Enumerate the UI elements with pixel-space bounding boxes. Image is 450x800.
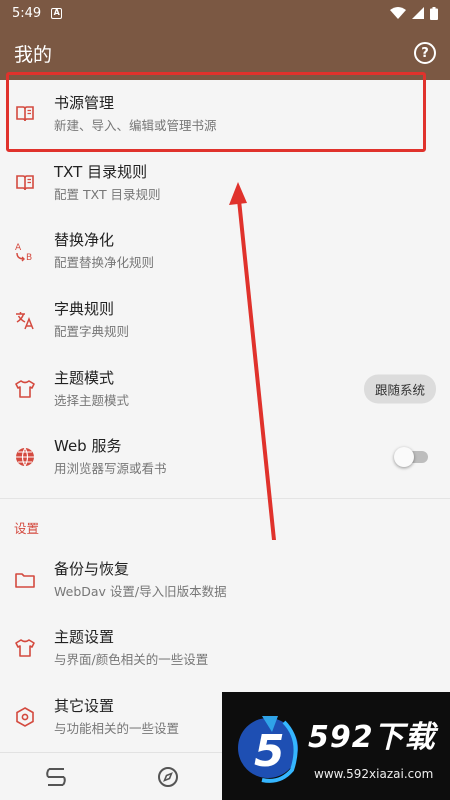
list-item-replace[interactable]: A B 替换净化配置替换净化规则 xyxy=(0,217,450,286)
notification-icon: A xyxy=(51,7,63,19)
system-icons xyxy=(390,6,438,20)
help-icon[interactable]: ? xyxy=(414,42,436,64)
status-time: 5:49 xyxy=(12,5,42,21)
watermark-overlay: 5 592下载 www.592xiazai.com xyxy=(222,692,450,800)
list-item-title: 其它设置 xyxy=(54,697,115,716)
list-item-backup[interactable]: 备份与恢复 WebDav 设置/导入旧版本数据 xyxy=(0,546,450,615)
watermark-logo: 5 xyxy=(238,716,298,783)
list-item-txt-toc[interactable]: TXT 目录规则 配置 TXT 目录规则 xyxy=(0,149,450,218)
compass-icon xyxy=(158,766,178,787)
list-item-texts: 替换净化配置替换净化规则 xyxy=(54,229,154,273)
list-item-dict[interactable]: 字典规则配置字典规则 xyxy=(0,286,450,355)
bookshelf-icon xyxy=(46,767,66,786)
shirt-icon xyxy=(14,378,36,400)
battery-icon xyxy=(430,6,438,20)
list-item-theme-mode[interactable]: 主题模式选择主题模式 跟随系统 xyxy=(0,354,450,423)
list-item-subtitle: 配置 TXT 目录规则 xyxy=(54,186,161,202)
list-item-subtitle: 选择主题模式 xyxy=(54,392,130,408)
list-item-texts: 其它设置与功能相关的一些设置 xyxy=(54,695,179,739)
shirt-icon xyxy=(14,637,36,659)
list-item-texts: 备份与恢复 WebDav 设置/导入旧版本数据 xyxy=(54,558,227,602)
list-item-subtitle: 配置替换净化规则 xyxy=(54,255,155,271)
book-icon xyxy=(14,172,36,194)
list-item-theme-settings[interactable]: 主题设置与界面/颜色相关的一些设置 xyxy=(0,614,450,683)
svg-text:A: A xyxy=(15,243,22,253)
highlight-frame xyxy=(6,72,426,152)
list-item-subtitle: 与功能相关的一些设置 xyxy=(54,721,180,737)
list-item-texts: 主题模式选择主题模式 xyxy=(54,367,129,411)
list-item-subtitle: 与界面/颜色相关的一些设置 xyxy=(54,652,209,668)
theme-mode-chip[interactable]: 跟随系统 xyxy=(363,374,436,404)
list-item-subtitle: WebDav 设置/导入旧版本数据 xyxy=(54,583,227,599)
watermark-brand: 592下载 xyxy=(308,720,436,755)
list-item-subtitle: 配置字典规则 xyxy=(54,324,130,340)
watermark-url: www.592xiazai.com xyxy=(314,767,434,781)
signal-icon xyxy=(412,7,424,19)
list-item-texts: Web 服务用浏览器写源或看书 xyxy=(54,435,167,479)
list-item-texts: 主题设置与界面/颜色相关的一些设置 xyxy=(54,626,208,670)
toggle-knob xyxy=(394,447,414,468)
web-service-toggle[interactable] xyxy=(394,447,428,468)
list-item-title: 替换净化 xyxy=(54,231,115,250)
list-item-title: 字典规则 xyxy=(54,300,115,319)
folder-icon xyxy=(14,569,36,591)
section-divider xyxy=(0,497,450,510)
settings-list: 书源管理 新建、导入、编辑或管理书源 TXT 目录规则 配置 TXT 目录规则 A B 替换… xyxy=(0,80,450,751)
svg-text:B: B xyxy=(26,253,32,262)
list-item-title: 主题模式 xyxy=(54,368,115,387)
nav-bookshelf[interactable] xyxy=(0,766,112,788)
replace-icon: AB xyxy=(14,240,36,262)
hexagon-icon xyxy=(14,706,36,728)
page-title: 我的 xyxy=(14,43,53,66)
list-item-title: Web 服务 xyxy=(54,437,122,456)
status-bar: 5:49 A xyxy=(0,0,450,26)
globe-icon xyxy=(14,446,36,468)
list-item-subtitle: 用浏览器写源或看书 xyxy=(54,461,167,477)
list-item-web[interactable]: Web 服务用浏览器写源或看书 xyxy=(0,423,450,492)
list-item-title: 主题设置 xyxy=(54,628,115,647)
wifi-icon xyxy=(390,7,406,19)
nav-explore[interactable] xyxy=(112,766,224,788)
list-item-title: TXT 目录规则 xyxy=(54,162,148,181)
translate-icon xyxy=(14,309,36,331)
svg-text:5: 5 xyxy=(254,726,285,777)
settings-section-header: 设置 xyxy=(14,521,40,537)
list-item-title: 备份与恢复 xyxy=(54,559,130,578)
list-item-texts: 字典规则配置字典规则 xyxy=(54,298,129,342)
list-item-texts: TXT 目录规则 配置 TXT 目录规则 xyxy=(54,161,161,205)
